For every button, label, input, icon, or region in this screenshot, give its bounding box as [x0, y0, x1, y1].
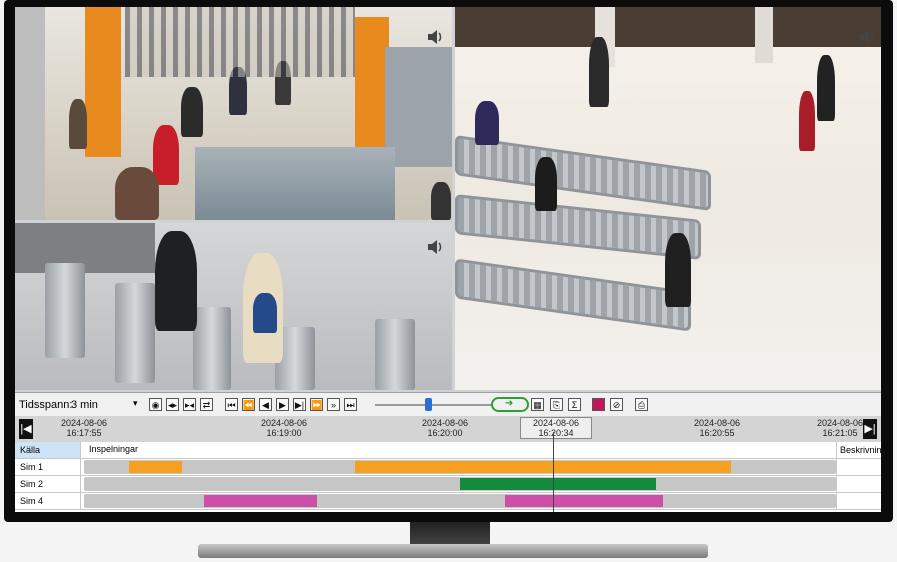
recording-segment[interactable]	[204, 495, 318, 507]
glass-wall	[385, 47, 452, 167]
person	[475, 101, 499, 145]
turnstile	[375, 319, 415, 390]
monitor-stand-base	[198, 544, 708, 558]
grid-header: Källa Inspelningar Beskrivning	[15, 442, 881, 459]
monitor-bezel: Tidsspann: 3 min ▾ ◉ ◂▸ ▸◂ ⇄ ⏮ ⏪ ◀ ▶ ▶| …	[4, 0, 893, 522]
recording-segment[interactable]	[460, 478, 656, 490]
swap-button[interactable]: ⇄	[200, 398, 213, 411]
column	[755, 7, 773, 63]
orange-pillar	[85, 7, 121, 157]
person	[817, 55, 835, 121]
escalator	[455, 258, 691, 332]
person	[153, 125, 179, 185]
time-tick: 2024-08-06 16:20:00	[421, 418, 469, 438]
jump-start-button[interactable]: |◀	[19, 419, 33, 439]
export-button[interactable]: ⎘	[550, 398, 563, 411]
arrow-icon: ➜	[505, 398, 514, 409]
sum-button[interactable]: Σ	[568, 398, 581, 411]
recording-segment[interactable]	[129, 461, 182, 473]
camera-view-1[interactable]	[15, 7, 452, 220]
person	[431, 182, 451, 220]
camera-view-2[interactable]	[455, 7, 881, 390]
next-button[interactable]: ⏩	[310, 398, 323, 411]
calendar-icon[interactable]: ▦	[531, 398, 544, 411]
source-name: Sim 4	[15, 493, 81, 509]
description-cell[interactable]	[836, 476, 881, 492]
turnstile	[115, 283, 155, 383]
recording-segment[interactable]	[505, 495, 664, 507]
recording-track[interactable]	[84, 477, 836, 491]
recording-track[interactable]	[84, 494, 836, 508]
recordings-grid: Källa Inspelningar Beskrivning Sim 1 Sim…	[15, 442, 881, 512]
speed-slider-thumb[interactable]	[425, 398, 432, 411]
recording-track[interactable]	[84, 460, 836, 474]
speed-slider[interactable]	[375, 404, 493, 406]
recording-segment[interactable]	[354, 461, 731, 473]
skip-end-button[interactable]: ⏭	[344, 398, 357, 411]
description-cell[interactable]	[836, 459, 881, 475]
speaker-icon[interactable]	[857, 27, 877, 47]
wall	[15, 7, 45, 220]
person	[253, 293, 277, 333]
step-forward-button[interactable]: ▶|	[293, 398, 306, 411]
person	[665, 233, 691, 307]
skip-start-button[interactable]: ⏮	[225, 398, 238, 411]
expand-button[interactable]: ◂▸	[166, 398, 179, 411]
playhead-line[interactable]	[553, 432, 554, 512]
ticket-gates	[195, 147, 395, 220]
collapse-button[interactable]: ▸◂	[183, 398, 196, 411]
turnstile	[45, 263, 85, 358]
time-tick: 2024-08-06 16:17:55	[60, 418, 108, 438]
no-camera-icon[interactable]: ⊘	[610, 398, 623, 411]
person	[155, 231, 197, 331]
speaker-icon[interactable]	[425, 27, 445, 47]
source-name: Sim 1	[15, 459, 81, 475]
table-row[interactable]: Sim 1	[15, 459, 881, 476]
person	[69, 99, 87, 149]
person	[115, 167, 159, 220]
column-header-source[interactable]: Källa	[15, 442, 81, 458]
timespan-dropdown[interactable]: 3 min ▾	[71, 398, 141, 411]
person	[799, 91, 815, 151]
speaker-icon[interactable]	[425, 237, 445, 257]
current-time-marker[interactable]: 2024-08-06 16:20:34	[520, 417, 592, 439]
timespan-label: Tidsspann:	[19, 399, 73, 411]
camera-view-3[interactable]	[15, 223, 452, 390]
step-back-button[interactable]: ◀	[259, 398, 272, 411]
column-header-recordings[interactable]: Inspelningar	[89, 444, 138, 454]
wall-panel	[15, 223, 155, 273]
time-tick: 2024-08-06 16:19:00	[260, 418, 308, 438]
column-header-description[interactable]: Beskrivning	[836, 442, 881, 458]
description-cell[interactable]	[836, 493, 881, 509]
color-button[interactable]	[592, 398, 605, 411]
person	[535, 157, 557, 211]
person	[589, 37, 609, 107]
fast-forward-button[interactable]: »	[327, 398, 340, 411]
source-name: Sim 2	[15, 476, 81, 492]
monitor-stand-neck	[410, 522, 490, 546]
table-row[interactable]: Sim 2	[15, 476, 881, 493]
orange-pillar	[355, 17, 389, 167]
time-tick: 2024-08-06 16:20:55	[693, 418, 741, 438]
table-row[interactable]: Sim 4	[15, 493, 881, 510]
turnstile	[193, 307, 231, 390]
chevron-down-icon: ▾	[133, 398, 138, 408]
previous-button[interactable]: ⏪	[242, 398, 255, 411]
print-button[interactable]: ⎙	[635, 398, 648, 411]
camera-snapshot-button[interactable]: ◉	[149, 398, 162, 411]
vms-screen: Tidsspann: 3 min ▾ ◉ ◂▸ ▸◂ ⇄ ⏮ ⏪ ◀ ▶ ▶| …	[15, 7, 881, 512]
sync-button[interactable]: ➜	[491, 397, 529, 412]
crowd	[125, 7, 355, 77]
person	[181, 87, 203, 137]
playback-toolbar: Tidsspann: 3 min ▾ ◉ ◂▸ ▸◂ ⇄ ⏮ ⏪ ◀ ▶ ▶| …	[15, 392, 881, 417]
play-button[interactable]: ▶	[276, 398, 289, 411]
upper-floor	[455, 7, 881, 47]
timeline-axis: |◀ 2024-08-06 16:17:55 2024-08-06 16:19:00…	[15, 416, 881, 442]
jump-end-button[interactable]: ▶|	[863, 419, 877, 439]
